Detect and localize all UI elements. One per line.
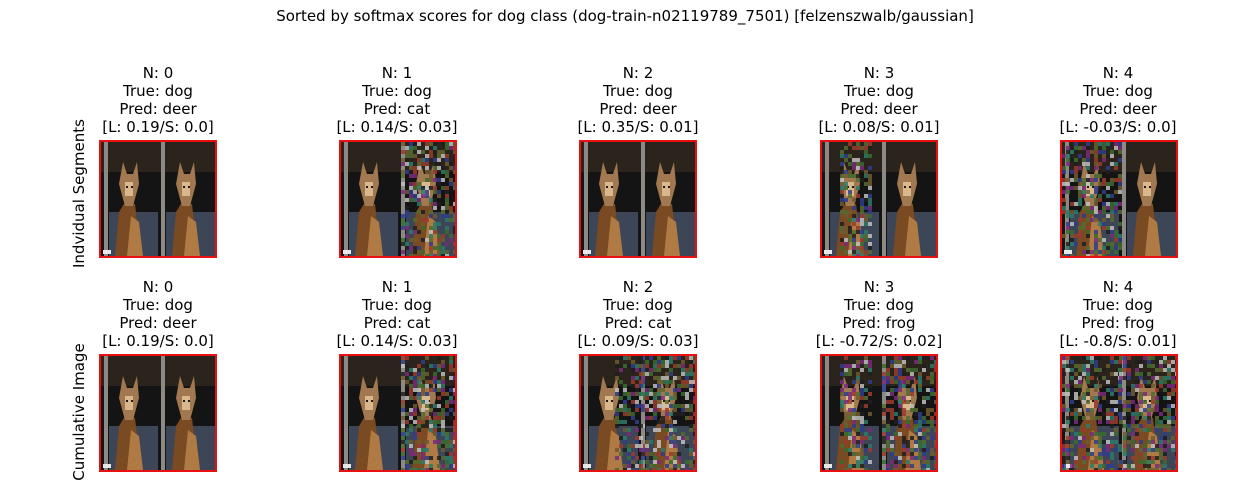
panel-n: N: 1 xyxy=(381,278,413,296)
panel-true-label: True: dog xyxy=(844,296,914,314)
panel-segment-3: N: 3 True: dog Pred: deer [L: 0.08/S: 0.… xyxy=(794,64,964,136)
dog-image xyxy=(341,142,455,256)
thumbnail-segment-4 xyxy=(1060,140,1178,258)
panel-scores: [L: 0.14/S: 0.03] xyxy=(336,118,458,136)
panel-true-label: True: dog xyxy=(123,82,193,100)
panel-n: N: 0 xyxy=(142,64,174,82)
panel-true-label: True: dog xyxy=(1083,82,1153,100)
panel-segment-1: N: 1 True: dog Pred: cat [L: 0.14/S: 0.0… xyxy=(312,64,482,136)
panel-pred-label: Pred: deer xyxy=(1079,100,1157,118)
panel-scores: [L: -0.03/S: 0.0] xyxy=(1059,118,1177,136)
panel-n: N: 3 xyxy=(863,64,895,82)
panel-pred-label: Pred: deer xyxy=(599,100,677,118)
thumbnail-cumulative-2 xyxy=(579,354,697,472)
panel-scores: [L: 0.08/S: 0.01] xyxy=(818,118,940,136)
panel-cumulative-4: N: 4 True: dog Pred: frog [L: -0.8/S: 0.… xyxy=(1033,278,1203,350)
thumbnail-cumulative-0 xyxy=(99,354,217,472)
panel-cumulative-1: N: 1 True: dog Pred: cat [L: 0.14/S: 0.0… xyxy=(312,278,482,350)
panel-n: N: 0 xyxy=(142,278,174,296)
panel-scores: [L: -0.8/S: 0.01] xyxy=(1059,332,1177,350)
thumbnail-cumulative-1 xyxy=(339,354,457,472)
thumbnail-segment-1 xyxy=(339,140,457,258)
panel-true-label: True: dog xyxy=(362,82,432,100)
dog-image xyxy=(822,142,936,256)
panel-pred-label: Pred: frog xyxy=(842,314,916,332)
panel-true-label: True: dog xyxy=(603,82,673,100)
panel-pred-label: Pred: deer xyxy=(119,314,197,332)
panel-scores: [L: 0.09/S: 0.03] xyxy=(577,332,699,350)
panel-n: N: 3 xyxy=(863,278,895,296)
panel-cumulative-2: N: 2 True: dog Pred: cat [L: 0.09/S: 0.0… xyxy=(553,278,723,350)
dog-image xyxy=(822,356,936,470)
panel-n: N: 4 xyxy=(1102,64,1134,82)
panel-true-label: True: dog xyxy=(844,82,914,100)
thumbnail-segment-3 xyxy=(820,140,938,258)
panel-pred-label: Pred: frog xyxy=(1081,314,1155,332)
panel-scores: [L: 0.19/S: 0.0] xyxy=(102,118,214,136)
panel-true-label: True: dog xyxy=(123,296,193,314)
dog-image xyxy=(581,356,695,470)
dog-image xyxy=(1062,356,1176,470)
panel-pred-label: Pred: deer xyxy=(119,100,197,118)
panel-scores: [L: 0.14/S: 0.03] xyxy=(336,332,458,350)
panel-pred-label: Pred: cat xyxy=(363,314,431,332)
panel-scores: [L: -0.72/S: 0.02] xyxy=(815,332,943,350)
panel-true-label: True: dog xyxy=(362,296,432,314)
panel-n: N: 4 xyxy=(1102,278,1134,296)
dog-image xyxy=(101,142,215,256)
panel-scores: [L: 0.19/S: 0.0] xyxy=(102,332,214,350)
dog-image xyxy=(341,356,455,470)
panel-cumulative-3: N: 3 True: dog Pred: frog [L: -0.72/S: 0… xyxy=(794,278,964,350)
thumbnail-segment-0 xyxy=(99,140,217,258)
panel-true-label: True: dog xyxy=(603,296,673,314)
dog-image xyxy=(1062,142,1176,256)
panel-segment-4: N: 4 True: dog Pred: deer [L: -0.03/S: 0… xyxy=(1033,64,1203,136)
panel-cumulative-0: N: 0 True: dog Pred: deer [L: 0.19/S: 0.… xyxy=(73,278,243,350)
row-label-individual-segments: Indvidual Segments xyxy=(70,119,88,268)
thumbnail-segment-2 xyxy=(579,140,697,258)
panel-scores: [L: 0.35/S: 0.01] xyxy=(577,118,699,136)
figure-title: Sorted by softmax scores for dog class (… xyxy=(276,7,974,25)
panel-pred-label: Pred: cat xyxy=(604,314,672,332)
dog-image xyxy=(581,142,695,256)
row-label-cumulative-image: Cumulative Image xyxy=(70,343,88,481)
dog-image xyxy=(101,356,215,470)
thumbnail-cumulative-4 xyxy=(1060,354,1178,472)
panel-n: N: 2 xyxy=(622,64,654,82)
panel-true-label: True: dog xyxy=(1083,296,1153,314)
panel-n: N: 2 xyxy=(622,278,654,296)
panel-pred-label: Pred: cat xyxy=(363,100,431,118)
panel-pred-label: Pred: deer xyxy=(840,100,918,118)
panel-segment-2: N: 2 True: dog Pred: deer [L: 0.35/S: 0.… xyxy=(553,64,723,136)
panel-n: N: 1 xyxy=(381,64,413,82)
panel-segment-0: N: 0 True: dog Pred: deer [L: 0.19/S: 0.… xyxy=(73,64,243,136)
thumbnail-cumulative-3 xyxy=(820,354,938,472)
